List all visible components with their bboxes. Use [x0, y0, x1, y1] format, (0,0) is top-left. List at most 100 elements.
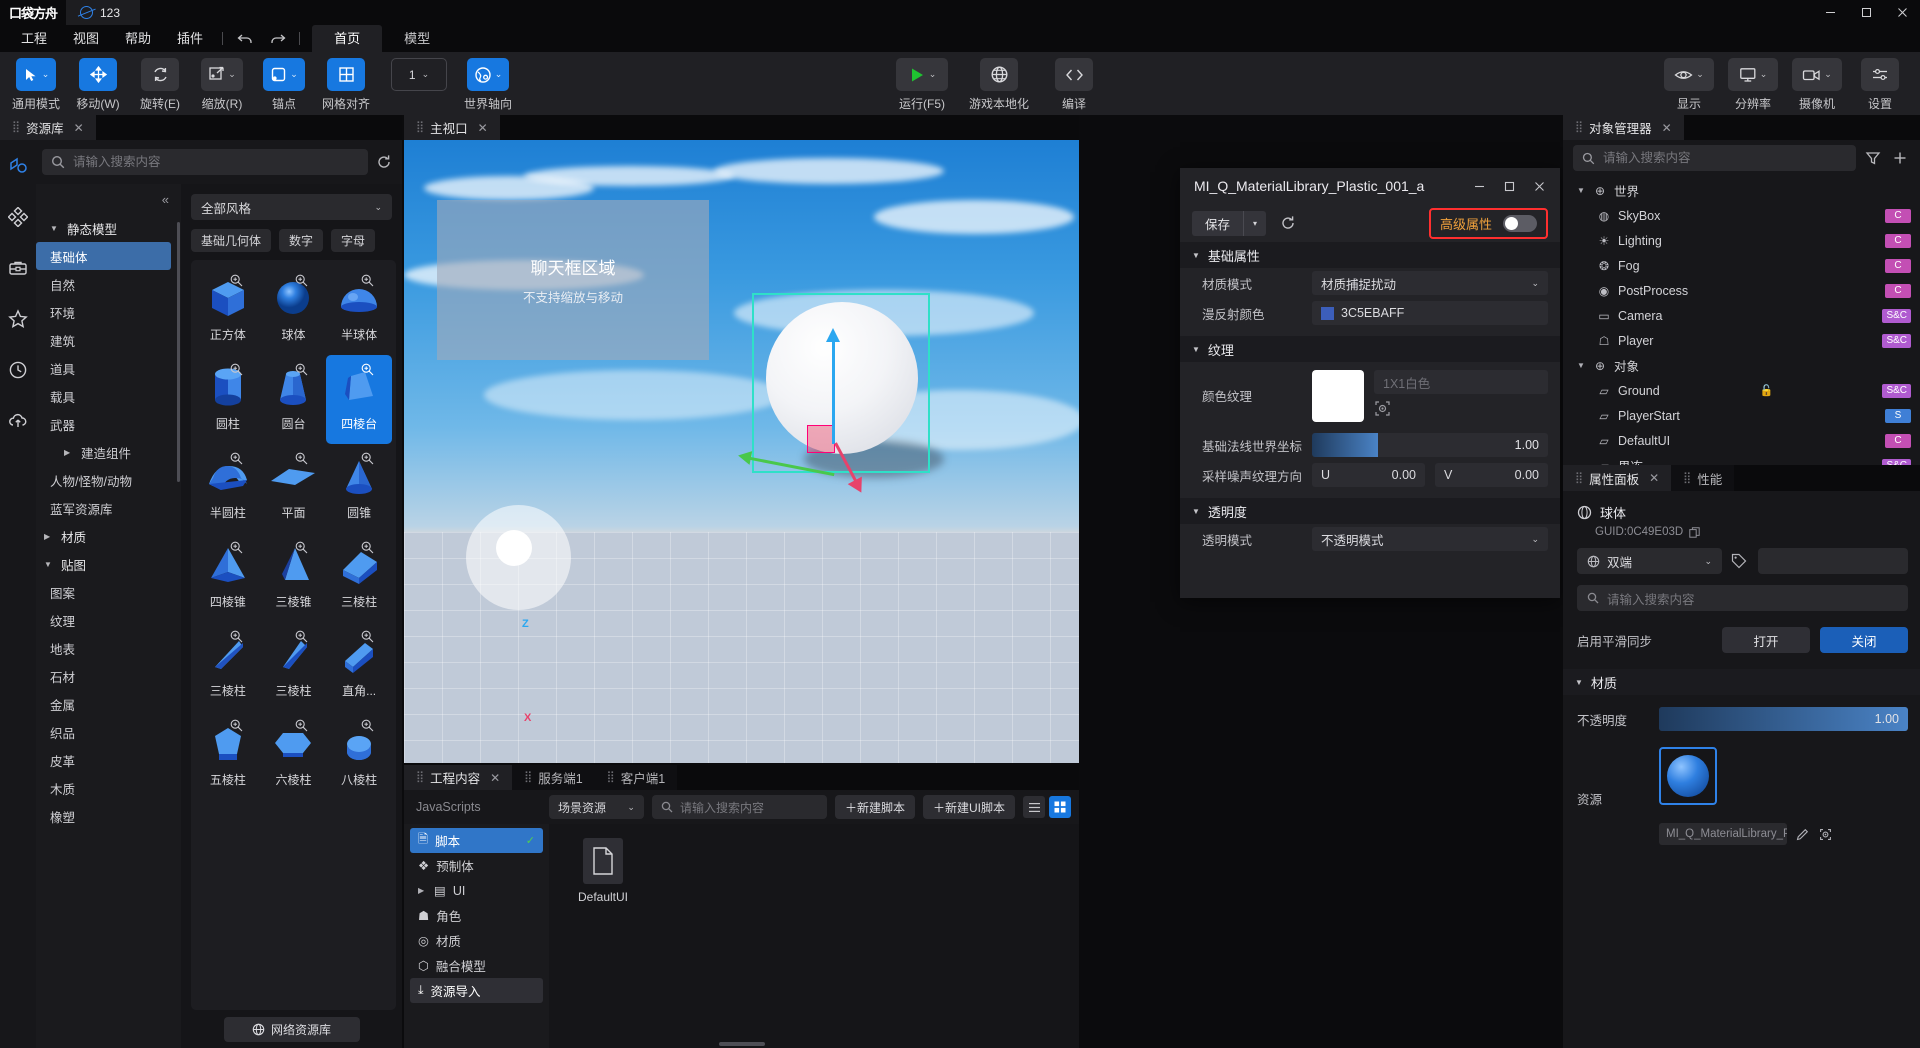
zoom-icon[interactable]: [230, 541, 243, 554]
chip-basic-geometry[interactable]: 基础几何体: [191, 229, 272, 252]
tree-node-metal[interactable]: 金属: [36, 690, 175, 718]
tool-grid-snap[interactable]: 网格对齐: [322, 58, 370, 112]
tab-server[interactable]: 服务端1: [512, 765, 595, 790]
tree-node-primitives[interactable]: 基础体: [36, 242, 171, 270]
plus-icon[interactable]: [1890, 148, 1910, 168]
upload-cloud-icon[interactable]: [6, 409, 30, 433]
drag-handle-icon[interactable]: [1575, 474, 1582, 483]
asset-item[interactable]: 直角...: [326, 622, 392, 711]
content-search-box[interactable]: 请输入搜索内容: [651, 795, 827, 819]
drag-handle-icon[interactable]: [607, 773, 614, 782]
material-mode-select[interactable]: 材质捕捉扰动 ⌄: [1312, 271, 1548, 295]
zoom-icon[interactable]: [230, 452, 243, 465]
tool-display[interactable]: ⌄ 显示: [1664, 58, 1714, 112]
grid-size-box[interactable]: 1 ⌄: [391, 58, 448, 91]
copy-icon[interactable]: [1689, 526, 1700, 538]
sphere-object[interactable]: [766, 302, 918, 454]
zoom-icon[interactable]: [230, 363, 243, 376]
tool-rotate[interactable]: 旋转(E): [136, 58, 184, 112]
zoom-icon[interactable]: [361, 452, 374, 465]
tree-node-nature[interactable]: 自然: [36, 270, 175, 298]
new-script-button[interactable]: ＋新建脚本: [834, 795, 915, 819]
new-ui-script-button[interactable]: ＋新建UI脚本: [922, 795, 1015, 819]
property-search-box[interactable]: 请输入搜索内容: [1577, 585, 1908, 611]
reset-icon[interactable]: [1274, 211, 1302, 236]
object-node-fog[interactable]: ❂ Fog C: [1563, 253, 1920, 278]
tree-node-rubber[interactable]: 橡塑: [36, 802, 175, 830]
tree-node-bluearmy[interactable]: 蓝军资源库: [36, 494, 175, 522]
tree-node-building[interactable]: 建筑: [36, 326, 175, 354]
tree-node-textures[interactable]: ▼ 贴图: [36, 550, 175, 578]
scene-resource-select[interactable]: 场景资源 ⌄: [548, 795, 644, 819]
color-swatch[interactable]: [1321, 306, 1334, 320]
asset-item[interactable]: 球体: [261, 266, 327, 355]
asset-item[interactable]: 四棱锥: [195, 533, 261, 622]
save-button[interactable]: 保存: [1192, 210, 1244, 236]
zoom-icon[interactable]: [361, 363, 374, 376]
material-thumbnail[interactable]: [1659, 747, 1717, 805]
section-texture[interactable]: ▼ 纹理: [1180, 336, 1560, 362]
move-icon[interactable]: [79, 58, 118, 91]
clock-icon[interactable]: [6, 358, 30, 382]
maximize-button[interactable]: [1494, 171, 1524, 201]
tree-node-environment[interactable]: 环境: [36, 298, 175, 326]
zoom-icon[interactable]: [230, 274, 243, 287]
tree-node-pattern[interactable]: 图案: [36, 578, 175, 606]
rotate-icon[interactable]: [141, 58, 180, 91]
tool-settings[interactable]: 设置: [1856, 58, 1904, 112]
globe-icon[interactable]: [980, 58, 1019, 91]
open-button[interactable]: 打开: [1722, 627, 1810, 653]
tab-client[interactable]: 客户端1: [594, 765, 678, 790]
content-node-merge-model[interactable]: ⬡ 融合模型: [404, 953, 549, 978]
close-icon[interactable]: ✕: [74, 121, 84, 135]
tab-property-panel[interactable]: 属性面板 ✕: [1563, 465, 1672, 491]
close-button[interactable]: [1524, 171, 1554, 201]
zoom-icon[interactable]: [295, 363, 308, 376]
content-node-ui[interactable]: ▶ ▤ UI: [404, 878, 549, 903]
eye-icon[interactable]: ⌄: [1664, 58, 1714, 91]
tree-scrollbar[interactable]: [177, 222, 180, 482]
tool-general-mode[interactable]: ⌄ 通用模式: [12, 58, 60, 112]
filter-icon[interactable]: [1863, 148, 1883, 168]
object-node-world[interactable]: ▼ ⊕ 世界: [1563, 178, 1920, 203]
asset-search-input[interactable]: [73, 155, 359, 169]
object-node-skybox[interactable]: ◍ SkyBox C: [1563, 203, 1920, 228]
content-node-prefab[interactable]: ❖ 预制体: [404, 853, 549, 878]
color-texture-input[interactable]: 1X1白色: [1374, 370, 1548, 394]
object-search-input[interactable]: [1603, 151, 1847, 165]
tool-localization[interactable]: 游戏本地化: [969, 58, 1029, 112]
object-node-ground[interactable]: ▱ Ground 🔓 S&C: [1563, 378, 1920, 403]
toolbox-icon[interactable]: [6, 256, 30, 280]
anchor-icon[interactable]: ⌄: [263, 58, 305, 91]
grid-icon[interactable]: [327, 58, 366, 91]
collapse-tree-button[interactable]: «: [36, 184, 181, 214]
tree-node-leather[interactable]: 皮革: [36, 746, 175, 774]
refresh-icon[interactable]: [374, 152, 394, 172]
tab-asset-library[interactable]: 资源库 ✕: [0, 115, 96, 140]
close-button[interactable]: [1884, 0, 1920, 25]
tree-node-weapons[interactable]: 武器: [36, 410, 175, 438]
zoom-icon[interactable]: [361, 630, 374, 643]
content-node-material[interactable]: ◎ 材质: [404, 928, 549, 953]
content-node-scripts[interactable]: 🗎 脚本 ✓: [410, 828, 543, 853]
material-name-field[interactable]: MI_Q_MaterialLibrary_Pla: [1659, 823, 1787, 845]
section-material[interactable]: ▼ 材质: [1563, 669, 1920, 695]
camera-icon[interactable]: ⌄: [1792, 58, 1842, 91]
tree-node-terrain[interactable]: 地表: [36, 634, 175, 662]
content-node-import[interactable]: ⤓ 资源导入: [410, 978, 543, 1003]
tab-model[interactable]: 模型: [382, 25, 452, 52]
minimize-button[interactable]: [1464, 171, 1494, 201]
globe-axis-icon[interactable]: ⌄: [466, 58, 510, 91]
tab-home[interactable]: 首页: [312, 25, 383, 52]
asset-item[interactable]: 六棱柱: [261, 711, 327, 800]
asset-item[interactable]: 五棱柱: [195, 711, 261, 800]
menu-item-view[interactable]: 视图: [60, 25, 112, 52]
close-icon[interactable]: ✕: [478, 121, 488, 135]
lock-icon[interactable]: 🔓: [1760, 384, 1774, 397]
play-icon[interactable]: ⌄: [896, 58, 949, 91]
asset-item[interactable]: 三棱锥: [261, 533, 327, 622]
tree-node-materials[interactable]: ▶ 材质: [36, 522, 175, 550]
content-node-character[interactable]: ☗ 角色: [404, 903, 549, 928]
file-item[interactable]: DefaultUI: [565, 838, 641, 904]
tab-object-manager[interactable]: 对象管理器 ✕: [1563, 115, 1684, 140]
